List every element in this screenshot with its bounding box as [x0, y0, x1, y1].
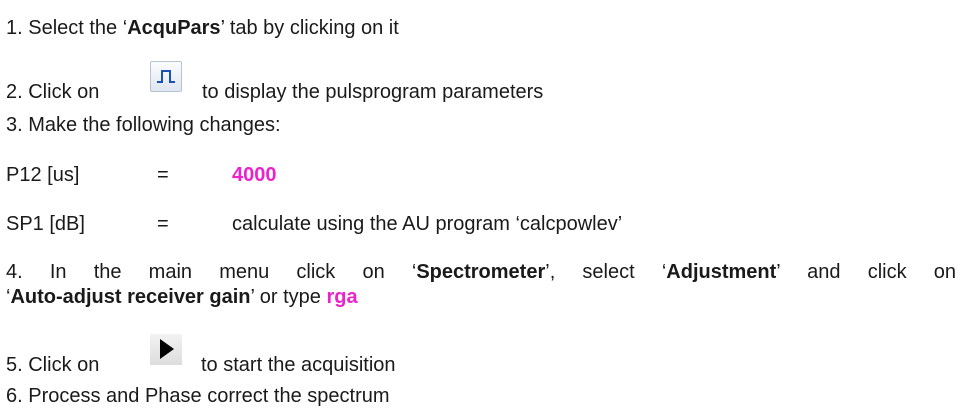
param-p12-value: 4000	[232, 164, 277, 186]
step-4-line-2: ‘Auto-adjust receiver gain’ or type rga	[6, 285, 358, 309]
step-4-text-2: ’, select ‘	[545, 261, 667, 283]
step-1-prefix: 1. Select the ‘	[6, 17, 128, 39]
step-1: 1. Select the ‘AcquPars’ tab by clicking…	[6, 16, 399, 40]
step-6-text: 6. Process and Phase correct the spectru…	[6, 385, 390, 407]
step-2: 2. Click on	[6, 80, 99, 104]
adjustment-menu-name: Adjustment	[666, 261, 777, 283]
param-sp1-name: SP1 [dB]	[6, 213, 85, 235]
step-5-suffix-line: to start the acquisition	[201, 353, 396, 377]
step-4-line-1: 4. In the main menu click on ‘Spectromet…	[6, 260, 956, 284]
step-3-text: 3. Make the following changes:	[6, 114, 281, 136]
step-4-text-5: ’ or type	[250, 286, 327, 308]
step-5-suffix: to start the acquisition	[201, 354, 396, 376]
step-5-prefix: 5. Click on	[6, 354, 100, 376]
param-p12-eq: =	[157, 164, 169, 186]
step-2-prefix: 2. Click on	[6, 81, 100, 103]
acqupars-tab-name: AcquPars	[127, 17, 221, 39]
step-5: 5. Click on	[6, 353, 99, 377]
step-2-suffix: to display the pulsprogram parameters	[202, 81, 544, 103]
play-icon[interactable]	[150, 334, 182, 365]
pulse-program-icon[interactable]	[150, 61, 182, 92]
step-1-suffix: ’ tab by clicking on it	[220, 17, 399, 39]
param-sp1-eq: =	[157, 213, 169, 235]
spectrometer-menu-name: Spectrometer	[416, 261, 546, 283]
step-2-suffix-line: to display the pulsprogram parameters	[202, 80, 543, 104]
step-4-text-3: ’ and click on	[776, 261, 956, 283]
auto-adjust-receiver-gain-name: Auto-adjust receiver gain	[10, 286, 251, 308]
param-sp1-value: calculate using the AU program ‘calcpowl…	[232, 213, 623, 235]
rga-command: rga	[326, 286, 358, 308]
step-3: 3. Make the following changes:	[6, 113, 281, 137]
step-4-text-1: 4. In the main menu click on ‘	[6, 261, 417, 283]
step-6: 6. Process and Phase correct the spectru…	[6, 384, 390, 408]
param-p12-name: P12 [us]	[6, 164, 80, 186]
